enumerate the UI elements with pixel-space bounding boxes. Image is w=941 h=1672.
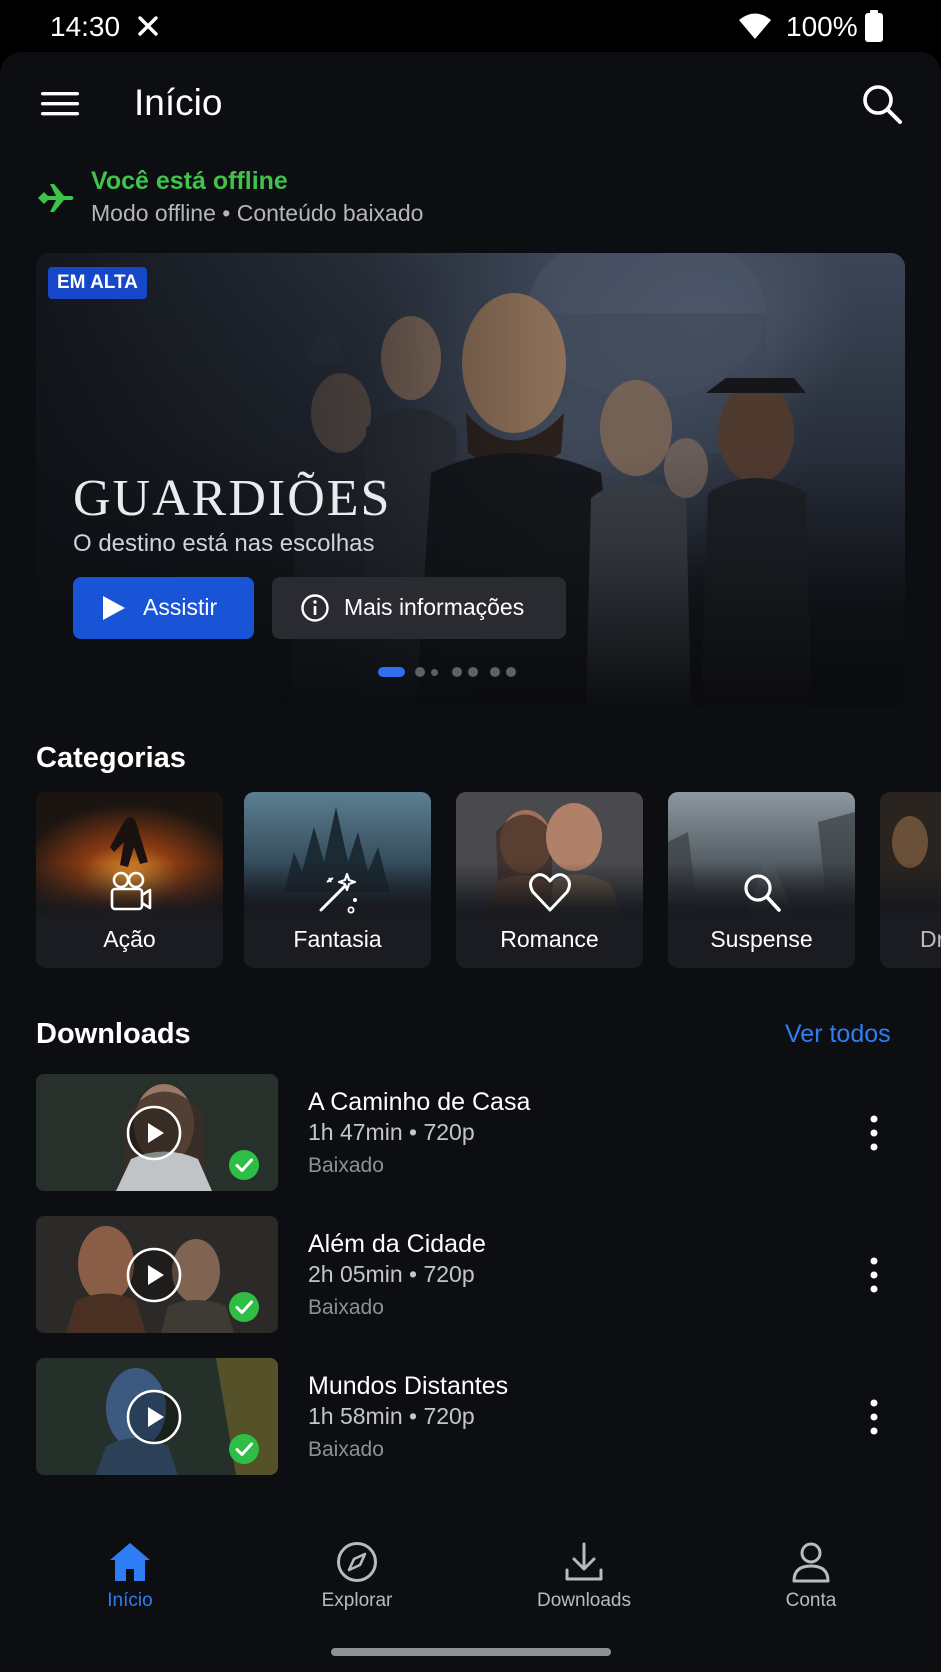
- more-options-icon[interactable]: [864, 1256, 884, 1294]
- category-card-suspense[interactable]: Suspense: [668, 792, 855, 968]
- more-options-icon[interactable]: [864, 1114, 884, 1152]
- play-circle-icon[interactable]: [126, 1389, 182, 1445]
- category-label: Romance: [500, 926, 599, 952]
- watch-button[interactable]: Assistir: [73, 577, 254, 639]
- category-card-fantasy[interactable]: Fantasia: [244, 792, 431, 968]
- nav-label-home: Início: [107, 1590, 153, 1611]
- nav-item-downloads[interactable]: Downloads: [504, 1476, 664, 1611]
- download-title: Além da Cidade: [308, 1230, 486, 1258]
- heart-icon: [529, 873, 571, 912]
- category-label: Fantasia: [293, 926, 382, 952]
- home-indicator: [331, 1648, 611, 1656]
- user-icon: [792, 1542, 830, 1583]
- carousel-dot[interactable]: [506, 667, 516, 677]
- carousel-dot-active[interactable]: [378, 667, 405, 677]
- movie-camera-icon: [110, 871, 152, 911]
- trending-badge: EM ALTA: [48, 267, 147, 299]
- more-info-button[interactable]: Mais informações: [272, 577, 566, 639]
- carousel-dot[interactable]: [468, 667, 478, 677]
- download-item[interactable]: A Caminho de Casa 1h 47min • 720p Baixad…: [36, 1074, 906, 1191]
- search-icon: [744, 874, 781, 912]
- downloaded-check-icon: [229, 1434, 259, 1464]
- more-options-icon[interactable]: [864, 1398, 884, 1436]
- menu-icon[interactable]: [38, 86, 82, 122]
- download-title: A Caminho de Casa: [308, 1088, 531, 1116]
- carousel-dot[interactable]: [415, 667, 425, 677]
- carousel-dot[interactable]: [490, 667, 500, 677]
- watch-button-label: Assistir: [143, 594, 218, 620]
- hero-title: GUARDIÕES: [73, 470, 392, 527]
- downloads-title: Downloads: [36, 1018, 191, 1050]
- bottom-navigation: Início Explorar Downloads Conta: [0, 1476, 941, 1620]
- offline-title: Você está offline: [91, 167, 288, 195]
- category-card-partial[interactable]: Dr: [880, 792, 941, 968]
- download-meta: 1h 47min • 720p: [308, 1119, 475, 1145]
- nav-item-account[interactable]: Conta: [731, 1476, 891, 1611]
- category-label: Ação: [103, 926, 156, 952]
- category-label: Dr: [920, 926, 941, 952]
- app-screen: Início Você está offline Modo offline • …: [0, 52, 941, 1672]
- download-item[interactable]: Mundos Distantes 1h 58min • 720p Baixado: [36, 1358, 906, 1475]
- play-icon: [103, 596, 125, 620]
- more-info-button-label: Mais informações: [344, 594, 525, 620]
- category-card-romance[interactable]: Romance: [456, 792, 643, 968]
- battery-icon: [865, 10, 883, 42]
- battery-percentage: 100%: [786, 11, 858, 42]
- download-item[interactable]: Além da Cidade 2h 05min • 720p Baixado: [36, 1216, 906, 1333]
- carousel-dot[interactable]: [431, 668, 438, 676]
- play-circle-icon[interactable]: [126, 1247, 182, 1303]
- hero-tagline: O destino está nas escolhas: [73, 530, 375, 557]
- hero-banner[interactable]: EM ALTA GUARDIÕES O destino está nas esc…: [36, 253, 905, 706]
- download-meta: 2h 05min • 720p: [308, 1261, 475, 1287]
- download-status: Baixado: [308, 1154, 384, 1177]
- downloaded-check-icon: [229, 1150, 259, 1180]
- nav-item-home[interactable]: Início: [50, 1476, 210, 1611]
- download-status: Baixado: [308, 1438, 384, 1461]
- play-circle-icon[interactable]: [126, 1105, 182, 1161]
- download-title: Mundos Distantes: [308, 1372, 509, 1400]
- carousel-dot[interactable]: [452, 667, 462, 677]
- downloaded-check-icon: [229, 1292, 259, 1322]
- download-icon: [565, 1542, 603, 1581]
- nav-label-downloads: Downloads: [537, 1590, 631, 1611]
- wifi-icon: [739, 13, 771, 39]
- compass-icon: [337, 1542, 377, 1582]
- download-meta: 1h 58min • 720p: [308, 1403, 475, 1429]
- offline-subtitle: Modo offline • Conteúdo baixado: [91, 200, 424, 226]
- airplane-icon: [38, 184, 74, 212]
- status-time: 14:30: [50, 11, 121, 42]
- magic-wand-icon: [319, 872, 357, 914]
- nav-label-account: Conta: [785, 1590, 837, 1611]
- see-all-link[interactable]: Ver todos: [785, 1020, 891, 1049]
- x-icon: [138, 16, 158, 36]
- info-icon: [301, 594, 329, 622]
- download-status: Baixado: [308, 1296, 384, 1319]
- category-card-action[interactable]: Ação: [36, 792, 223, 968]
- home-icon: [110, 1543, 150, 1581]
- category-label: Suspense: [710, 926, 813, 952]
- search-icon[interactable]: [858, 80, 906, 128]
- nav-label-explore: Explorar: [321, 1590, 393, 1611]
- page-title: Início: [134, 82, 223, 123]
- nav-item-explore[interactable]: Explorar: [277, 1476, 437, 1611]
- categories-title: Categorias: [36, 742, 186, 774]
- status-bar: 14:30 100%: [0, 0, 941, 52]
